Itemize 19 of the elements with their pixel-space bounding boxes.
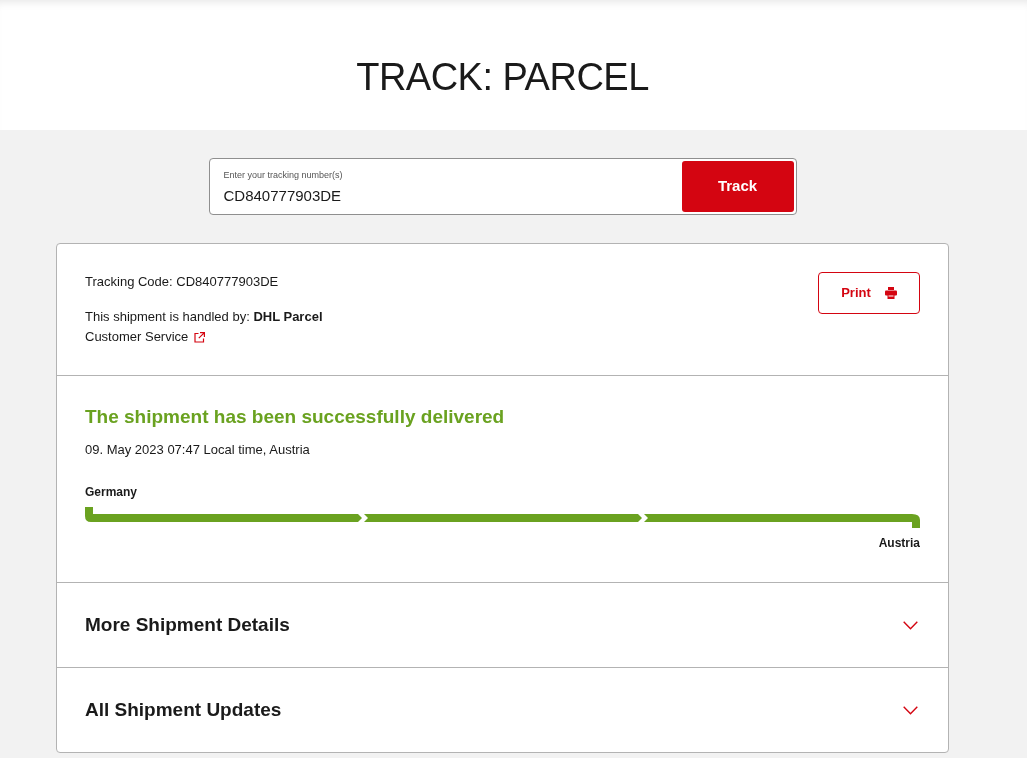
customer-service-link[interactable]: Customer Service <box>85 327 189 347</box>
section-toggle[interactable]: More Shipment Details <box>85 612 918 638</box>
external-link-icon <box>194 331 206 343</box>
page-title: TRACK: PARCEL <box>356 57 649 97</box>
status-headline: The shipment has been successfully delivered <box>85 405 505 429</box>
field-label: Enter your tracking number(s) <box>223 169 343 181</box>
chevron-icon <box>903 705 918 715</box>
tracking-code-text: Tracking Code: CD840777903DE <box>85 273 279 291</box>
carrier-text: This shipment is handled by: DHL Parcel <box>85 308 323 326</box>
destination-country: Austria <box>878 535 920 551</box>
chevron-icon <box>903 620 918 630</box>
track-button[interactable]: Track <box>681 161 794 212</box>
origin-country: Germany <box>85 484 138 500</box>
tracking-number-input[interactable]: CD840777903DE <box>223 184 664 206</box>
section-toggle[interactable]: All Shipment Updates <box>85 697 918 723</box>
tracking-number-field[interactable]: Enter your tracking number(s) CD840777903DE Track <box>208 158 797 215</box>
delivery-timestamp: 09. May 2023 07:47 Local time, Austria <box>85 441 310 459</box>
printer-icon <box>884 287 897 299</box>
print-button[interactable]: Print <box>818 272 920 314</box>
